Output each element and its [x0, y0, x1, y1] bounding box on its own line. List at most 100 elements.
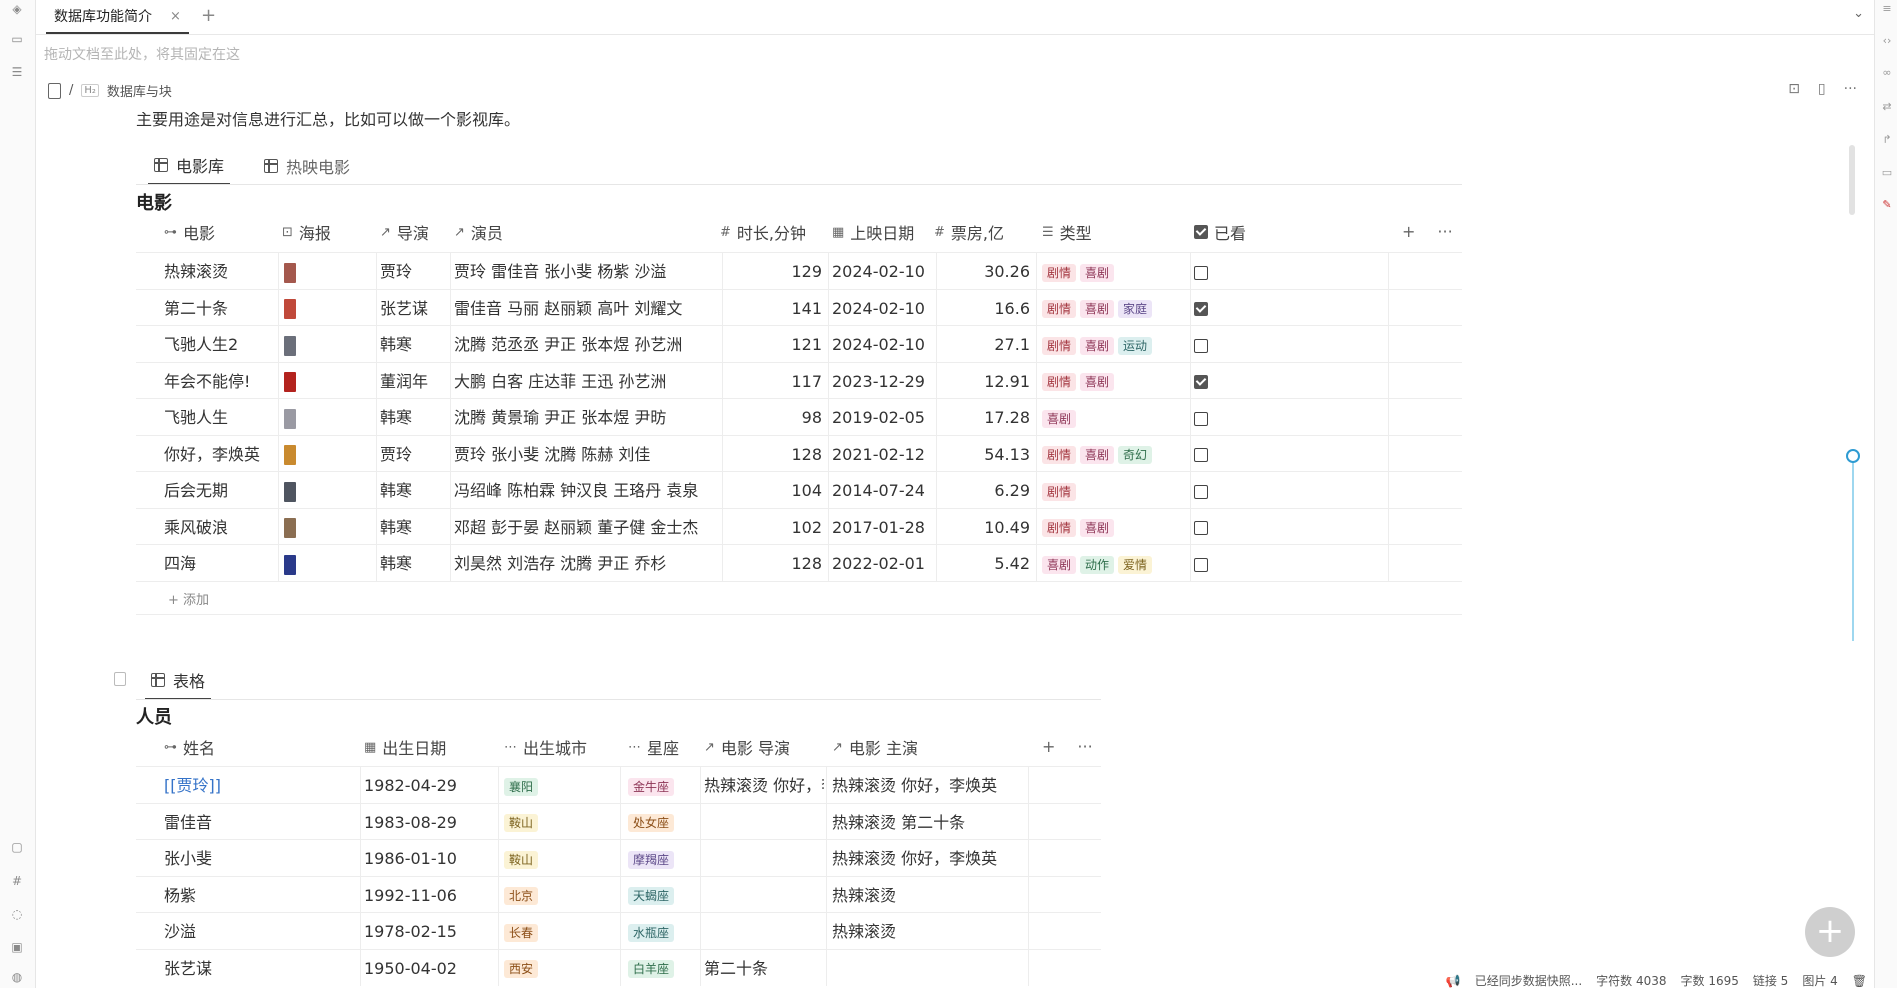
cell-release[interactable]: 2024-02-10 — [832, 257, 932, 287]
cell-city[interactable]: 西安 — [504, 954, 614, 984]
cell-cast[interactable]: 雷佳音 马丽 赵丽颖 高叶 刘耀文 — [454, 294, 719, 324]
document-icon[interactable] — [48, 82, 61, 99]
cell-sign[interactable]: 水瓶座 — [628, 917, 702, 947]
cell-genre[interactable]: 剧情 喜剧 运动 — [1042, 330, 1182, 360]
cell-release[interactable]: 2024-02-10 — [832, 330, 932, 360]
cell-movie[interactable]: 四海 — [164, 549, 274, 579]
cell-poster[interactable] — [282, 367, 372, 397]
cell-cast[interactable]: 冯绍峰 陈柏霖 钟汉良 王珞丹 袁泉 — [454, 476, 719, 506]
cell-director[interactable]: 韩寒 — [380, 330, 448, 360]
cell-release[interactable]: 2014-07-24 — [832, 476, 932, 506]
cell-birth[interactable]: 1983-08-29 — [364, 808, 494, 838]
add-column-icon[interactable]: + — [1042, 737, 1055, 756]
cell-director[interactable]: 韩寒 — [380, 549, 448, 579]
cell-movie_cast[interactable]: 热辣滚烫 — [832, 917, 1022, 947]
cell-movie[interactable]: 你好，李焕英 — [164, 440, 274, 470]
cell-director[interactable]: 贾玲 — [380, 440, 448, 470]
cell-movie_cast[interactable]: 热辣滚烫 第二十条 — [832, 808, 1022, 838]
cell-movie_director[interactable]: 第二十条 — [704, 954, 824, 984]
cell-movie_director[interactable] — [704, 881, 824, 911]
cell-release[interactable]: 2022-02-01 — [832, 549, 932, 579]
tag-icon[interactable]: # — [8, 872, 26, 890]
cell-name[interactable]: 沙溢 — [164, 917, 354, 947]
inbox-icon[interactable]: ▭ — [8, 30, 26, 48]
column-header-sign[interactable]: ⋯ 星座 — [628, 732, 679, 762]
cell-birth[interactable]: 1950-04-02 — [364, 954, 494, 984]
checkbox[interactable] — [1194, 338, 1208, 353]
cell-duration[interactable]: 141 — [726, 294, 822, 324]
view-tab-table[interactable]: 表格 — [145, 668, 212, 700]
cell-watched[interactable] — [1194, 476, 1314, 506]
cell-duration[interactable]: 104 — [726, 476, 822, 506]
cell-duration[interactable]: 129 — [726, 257, 822, 287]
cell-cast[interactable]: 贾玲 张小斐 沈腾 陈赫 刘佳 — [454, 440, 719, 470]
cell-movie[interactable]: 热辣滚烫 — [164, 257, 274, 287]
cell-movie_cast[interactable]: 热辣滚烫 你好，李焕英 — [832, 771, 1022, 801]
cell-watched[interactable] — [1194, 330, 1314, 360]
cell-movie[interactable]: 年会不能停! — [164, 367, 274, 397]
breadcrumb-heading[interactable]: 数据库与块 — [107, 81, 172, 100]
export-icon[interactable]: ↱ — [1879, 133, 1895, 149]
cell-release[interactable]: 2017-01-28 — [832, 513, 932, 543]
cell-genre[interactable]: 喜剧 — [1042, 403, 1182, 433]
cell-city[interactable]: 鞍山 — [504, 808, 614, 838]
cell-birth[interactable]: 1992-11-06 — [364, 881, 494, 911]
layers-icon[interactable]: ◈ — [8, 0, 26, 18]
preview-icon[interactable]: ▭ — [1879, 166, 1895, 182]
cell-release[interactable]: 2019-02-05 — [832, 403, 932, 433]
cell-cast[interactable]: 大鹏 白客 庄达菲 王迅 孙艺洲 — [454, 367, 719, 397]
cell-birth[interactable]: 1978-02-15 — [364, 917, 494, 947]
outline-icon[interactable]: ☰ — [8, 63, 26, 81]
cell-genre[interactable]: 剧情 — [1042, 476, 1182, 506]
cell-box[interactable]: 17.28 — [940, 403, 1030, 433]
lock-icon[interactable]: ⊡ — [1788, 81, 1800, 97]
cell-box[interactable]: 12.91 — [940, 367, 1030, 397]
cell-city[interactable]: 北京 — [504, 881, 614, 911]
cell-box[interactable]: 5.42 — [940, 549, 1030, 579]
column-header-name[interactable]: ⊶ 姓名 — [164, 732, 215, 762]
outline-marker[interactable] — [1846, 449, 1860, 463]
checkbox[interactable] — [1194, 448, 1208, 462]
checkbox[interactable] — [1194, 375, 1208, 389]
cell-city[interactable]: 长春 — [504, 917, 614, 947]
cell-duration[interactable]: 117 — [726, 367, 822, 397]
view-tab-now-showing[interactable]: 热映电影 — [258, 153, 356, 185]
cell-director[interactable]: 韩寒 — [380, 513, 448, 543]
cell-city[interactable]: 鞍山 — [504, 844, 614, 874]
cell-box[interactable]: 16.6 — [940, 294, 1030, 324]
checkbox[interactable] — [1194, 302, 1208, 316]
cell-movie_director[interactable] — [704, 844, 824, 874]
more-icon[interactable]: ··· — [1437, 222, 1452, 241]
menu-icon[interactable]: ≡ — [1879, 2, 1895, 18]
cell-sign[interactable]: 处女座 — [628, 808, 702, 838]
cell-name[interactable]: 杨紫 — [164, 881, 354, 911]
cell-poster[interactable] — [282, 257, 372, 287]
cell-cast[interactable]: 沈腾 范丞丞 尹正 张本煜 孙艺洲 — [454, 330, 719, 360]
cell-director[interactable]: 董润年 — [380, 367, 448, 397]
scrollbar[interactable] — [1849, 145, 1855, 215]
cell-movie_director[interactable]: 热辣滚烫 你好，李焕英 — [704, 771, 824, 801]
add-row-button[interactable]: + 添加 — [168, 589, 209, 608]
chevron-down-icon[interactable]: ⌄ — [1853, 6, 1864, 21]
cell-watched[interactable] — [1194, 367, 1314, 397]
column-header-birth[interactable]: ▦ 出生日期 — [364, 732, 446, 762]
cell-movie[interactable]: 飞驰人生2 — [164, 330, 274, 360]
cell-name[interactable]: 张艺谋 — [164, 954, 354, 984]
cell-duration[interactable]: 121 — [726, 330, 822, 360]
cell-movie_director[interactable] — [704, 917, 824, 947]
cell-name[interactable]: 张小斐 — [164, 844, 354, 874]
graph-icon[interactable]: ▣ — [8, 938, 26, 956]
checkbox[interactable] — [1194, 557, 1208, 572]
code-icon[interactable]: ‹› — [1879, 34, 1895, 50]
cell-genre[interactable]: 剧情 喜剧 — [1042, 513, 1182, 543]
bookmark-icon[interactable]: ▢ — [8, 838, 26, 856]
column-header-cast[interactable]: ↗ 演员 — [454, 217, 503, 247]
cell-release[interactable]: 2021-02-12 — [832, 440, 932, 470]
cell-city[interactable]: 襄阳 — [504, 771, 614, 801]
cell-cast[interactable]: 贾玲 雷佳音 张小斐 杨紫 沙溢 — [454, 257, 719, 287]
cell-box[interactable]: 6.29 — [940, 476, 1030, 506]
cell-cast[interactable]: 刘昊然 刘浩存 沈腾 尹正 乔杉 — [454, 549, 719, 579]
cell-watched[interactable] — [1194, 549, 1314, 579]
cell-genre[interactable]: 剧情 喜剧 — [1042, 367, 1182, 397]
column-header-movie[interactable]: ⊶ 电影 — [164, 217, 215, 247]
